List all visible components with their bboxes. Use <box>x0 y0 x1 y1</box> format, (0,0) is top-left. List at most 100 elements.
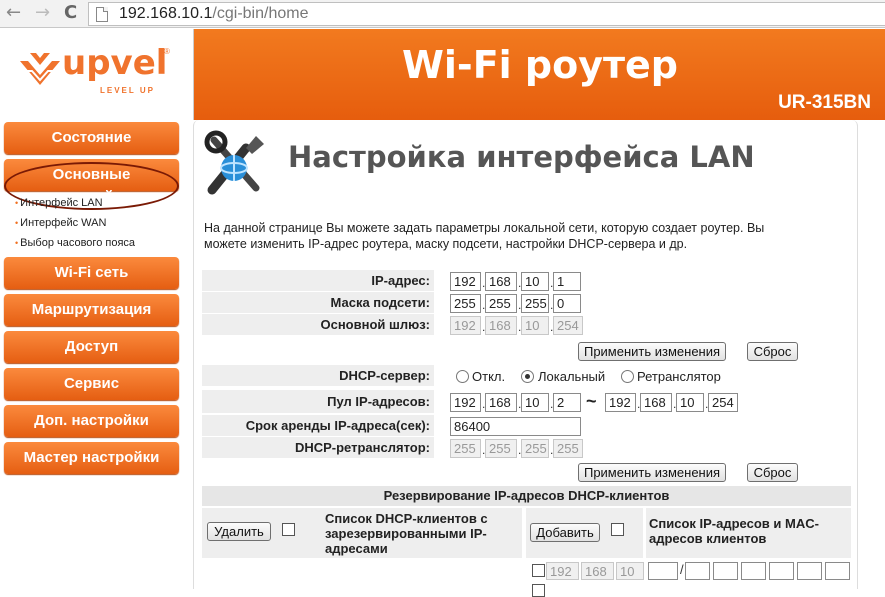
dhcp-relay-radio[interactable] <box>621 370 634 383</box>
ip-octet-4[interactable]: 1 <box>553 272 581 291</box>
sidebar-subitem-wan[interactable]: Интерфейс WAN <box>15 217 106 229</box>
dhcp-local-label: Локальный <box>538 369 606 384</box>
lease-time-row: Срок аренды IP-адреса(сек): 86400 <box>202 415 793 437</box>
new-entry-mac-1[interactable] <box>685 562 710 580</box>
relay-octet-2: 255 <box>485 439 517 458</box>
new-entry-checkbox[interactable] <box>532 564 545 577</box>
gateway-octet-1: 192 <box>450 316 481 335</box>
ip-octet-2[interactable]: 168 <box>485 272 517 291</box>
dhcp-local-radio[interactable] <box>521 370 534 383</box>
mask-octet-2[interactable]: 255 <box>485 294 517 313</box>
gateway-row: Основной шлюз: 192 . 168 . 10 . 254 <box>202 314 793 336</box>
pool-end-octet-3[interactable]: 10 <box>676 393 704 412</box>
new-entry-mac-2[interactable] <box>713 562 738 580</box>
sidebar-item-advanced[interactable]: Доп. настройки <box>4 405 179 437</box>
sidebar-subitem-timezone[interactable]: Выбор часового пояса <box>15 237 135 249</box>
lan-reset-button[interactable]: Сброс <box>747 342 798 361</box>
dhcp-apply-button[interactable]: Применить изменения <box>578 463 726 482</box>
mask-octet-3[interactable]: 255 <box>521 294 549 313</box>
ip-octet-3[interactable]: 10 <box>521 272 549 291</box>
ip-address-label: IP-адрес: <box>371 273 430 288</box>
new-entry-mac-6[interactable] <box>825 562 850 580</box>
delete-button[interactable]: Удалить <box>207 522 271 541</box>
dhcp-off-label: Откл. <box>472 369 506 384</box>
pool-end-octet-4[interactable]: 254 <box>708 393 738 412</box>
pool-start-octet-1[interactable]: 192 <box>450 393 481 412</box>
logo-tagline: LEVEL UP <box>100 86 155 95</box>
new-entry-mac-4[interactable] <box>769 562 794 580</box>
gateway-octet-3: 10 <box>521 316 549 335</box>
delete-select-all-checkbox[interactable] <box>282 523 295 536</box>
new-entry-mac-3[interactable] <box>741 562 766 580</box>
sidebar-item-routing[interactable]: Маршрутизация <box>4 294 179 326</box>
pool-start-octet-2[interactable]: 168 <box>485 393 517 412</box>
subnet-mask-label: Маска подсети: <box>330 295 430 310</box>
reload-icon[interactable]: C <box>64 3 77 23</box>
new-entry-ip-octet-2: 168 <box>581 562 614 580</box>
ip-pool-row: Пул IP-адресов: 192 . 168 . 10 . 2 ~ 192… <box>202 390 793 414</box>
model-name: UR-315BN <box>778 92 871 113</box>
dhcp-relay-label: DHCP-ретранслятор: <box>294 440 430 455</box>
reservation-section-title: Резервирование IP-адресов DHCP-клиентов <box>202 486 851 506</box>
back-arrow-icon[interactable]: ← <box>6 3 21 23</box>
dhcp-off-radio[interactable] <box>456 370 469 383</box>
clients-list-header: Список IP-адресов и MAC-адресов клиентов <box>646 508 851 558</box>
lease-time-label: Срок аренды IP-адреса(сек): <box>245 418 430 433</box>
new-entry-ip-octet-4[interactable] <box>648 562 678 580</box>
sidebar-item-wizard[interactable]: Мастер настройки <box>4 442 179 474</box>
page-title: Настройка интерфейса LAN <box>288 140 755 174</box>
new-entry-ip-octet-1: 192 <box>546 562 579 580</box>
clients-list-label: Список IP-адресов и MAC-адресов клиентов <box>649 516 819 546</box>
address-bar[interactable]: 192.168.10.1/cgi-bin/home <box>88 2 885 26</box>
main-content: Настройка интерфейса LAN На данной стран… <box>193 120 858 597</box>
gateway-label: Основной шлюз: <box>320 317 430 332</box>
new-entry-ip-octet-3: 10 <box>616 562 644 580</box>
sidebar-item-status[interactable]: Состояние <box>4 122 179 154</box>
header-banner: Wi-Fi роутер UR-315BN <box>193 29 885 120</box>
dhcp-server-row: DHCP-сервер: Откл. Локальный Ретранслято… <box>202 365 793 387</box>
logo-area: upvel ® LEVEL UP <box>0 29 193 120</box>
add-button[interactable]: Добавить <box>530 523 600 542</box>
dhcp-reset-button[interactable]: Сброс <box>747 463 798 482</box>
sidebar-item-basic-settings[interactable]: Основные настройки <box>4 159 179 210</box>
logo-text: upvel <box>62 43 168 83</box>
pool-range-separator: ~ <box>586 391 597 411</box>
registered-mark: ® <box>164 47 170 56</box>
forward-arrow-icon[interactable]: → <box>35 3 50 23</box>
relay-octet-4: 255 <box>553 439 583 458</box>
gateway-octet-4: 254 <box>553 316 583 335</box>
pool-end-octet-1[interactable]: 192 <box>605 393 636 412</box>
lan-apply-button[interactable]: Применить изменения <box>578 342 726 361</box>
pool-end-octet-2[interactable]: 168 <box>640 393 672 412</box>
dhcp-server-label: DHCP-сервер: <box>339 368 430 383</box>
sidebar-item-service[interactable]: Сервис <box>4 368 179 400</box>
banner-title: Wi-Fi роутер <box>401 43 678 87</box>
ip-pool-label: Пул IP-адресов: <box>327 394 430 409</box>
page-description: На данной странице Вы можете задать пара… <box>204 221 765 251</box>
lease-time-input[interactable]: 86400 <box>450 417 581 436</box>
mask-octet-1[interactable]: 255 <box>450 294 481 313</box>
dhcp-relay-option-label: Ретранслятор <box>637 369 721 384</box>
ip-octet-1[interactable]: 192 <box>450 272 481 291</box>
url-text: 192.168.10.1/cgi-bin/home <box>119 5 309 22</box>
right-margin <box>858 120 885 589</box>
ip-address-row: IP-адрес: 192 . 168 . 10 . 1 <box>202 270 793 292</box>
relay-octet-1: 255 <box>450 439 481 458</box>
relay-octet-3: 255 <box>521 439 549 458</box>
ip-mac-separator: / <box>680 562 684 577</box>
dhcp-relay-row: DHCP-ретранслятор: 255 . 255 . 255 . 255 <box>202 437 793 459</box>
new-entry-mac-5[interactable] <box>797 562 822 580</box>
pool-start-octet-4[interactable]: 2 <box>553 393 581 412</box>
pool-start-octet-3[interactable]: 10 <box>521 393 549 412</box>
sidebar-item-wifi[interactable]: Wi-Fi сеть <box>4 257 179 289</box>
sidebar: Состояние Основные настройки Интерфейс L… <box>0 120 193 589</box>
sidebar-item-access[interactable]: Доступ <box>4 331 179 363</box>
add-select-all-checkbox[interactable] <box>611 523 624 536</box>
upvel-logo-icon[interactable] <box>18 49 62 89</box>
next-entry-checkbox[interactable] <box>532 584 545 597</box>
reserved-list-label: Список DHCP-клиентов с зарезервированным… <box>325 511 488 556</box>
sidebar-subitem-lan[interactable]: Интерфейс LAN <box>15 197 102 209</box>
page-icon <box>96 7 108 22</box>
tools-icon <box>204 130 264 195</box>
mask-octet-4[interactable]: 0 <box>553 294 581 313</box>
